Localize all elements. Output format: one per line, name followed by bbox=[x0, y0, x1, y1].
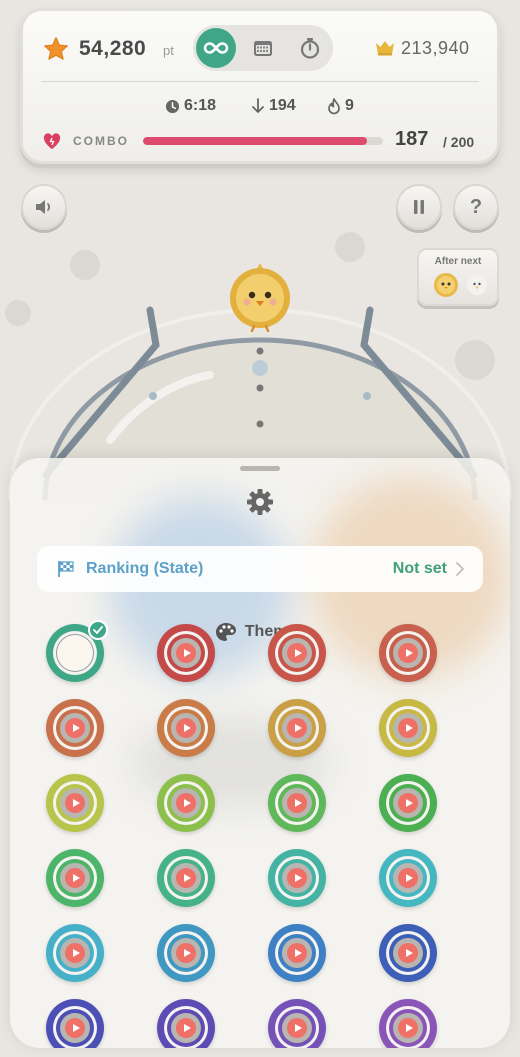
daily-mode-button[interactable] bbox=[243, 28, 283, 68]
play-preview-icon bbox=[176, 793, 196, 813]
theme-swatch[interactable] bbox=[379, 999, 437, 1048]
theme-swatch[interactable] bbox=[46, 699, 104, 757]
theme-swatch[interactable] bbox=[46, 849, 104, 907]
play-preview-icon bbox=[398, 1018, 418, 1038]
drop-count-value: 194 bbox=[269, 97, 296, 114]
timer-icon bbox=[300, 38, 320, 59]
infinity-icon bbox=[203, 42, 229, 54]
play-preview-icon bbox=[287, 868, 307, 888]
theme-swatch[interactable] bbox=[379, 624, 437, 682]
score-value: 54,280 bbox=[79, 37, 147, 60]
play-preview-icon bbox=[398, 943, 418, 963]
divider bbox=[41, 81, 479, 82]
combo-value: 187 bbox=[395, 128, 429, 150]
play-preview-icon bbox=[176, 868, 196, 888]
play-preview-icon bbox=[65, 1018, 85, 1038]
play-preview-icon bbox=[287, 1018, 307, 1038]
theme-swatch[interactable] bbox=[268, 849, 326, 907]
mode-selector bbox=[193, 25, 333, 71]
streak-count-value: 9 bbox=[345, 97, 354, 114]
help-button[interactable]: ? bbox=[453, 184, 499, 230]
help-button-label: ? bbox=[469, 195, 483, 218]
play-preview-icon bbox=[287, 643, 307, 663]
theme-swatch[interactable] bbox=[157, 999, 215, 1048]
background-dot bbox=[70, 250, 100, 280]
play-preview-icon bbox=[398, 718, 418, 738]
play-preview-icon bbox=[398, 868, 418, 888]
theme-swatch[interactable] bbox=[46, 999, 104, 1048]
theme-swatch[interactable] bbox=[379, 774, 437, 832]
timed-mode-button[interactable] bbox=[290, 28, 330, 68]
theme-swatch[interactable] bbox=[157, 774, 215, 832]
star-icon bbox=[44, 37, 68, 60]
best-score-value: 213,940 bbox=[401, 38, 470, 58]
background-dot bbox=[335, 232, 365, 262]
sound-button[interactable] bbox=[21, 184, 67, 230]
combo-progress-fill bbox=[143, 137, 368, 145]
play-preview-icon bbox=[176, 643, 196, 663]
calendar-icon bbox=[254, 41, 272, 56]
settings-sheet: Ranking (State) Not set Themes bbox=[10, 458, 510, 1048]
play-preview-icon bbox=[65, 793, 85, 813]
drop-count: 194 bbox=[251, 95, 296, 117]
next-chick-piece bbox=[434, 273, 458, 297]
next-egg-piece bbox=[467, 275, 487, 295]
play-preview-icon bbox=[65, 943, 85, 963]
combo-progress-bar bbox=[143, 137, 383, 145]
arrow-down-icon bbox=[252, 98, 264, 113]
theme-swatch[interactable] bbox=[268, 924, 326, 982]
play-preview-icon bbox=[398, 793, 418, 813]
elapsed-time-value: 6:18 bbox=[184, 97, 217, 114]
theme-swatch[interactable] bbox=[157, 699, 215, 757]
theme-swatch[interactable] bbox=[379, 849, 437, 907]
score-panel: 54,280 pt 213,940 6:18 194 9 COMBO 187 /… bbox=[20, 8, 500, 164]
theme-swatch[interactable] bbox=[268, 699, 326, 757]
play-preview-icon bbox=[287, 718, 307, 738]
play-preview-icon bbox=[176, 1018, 196, 1038]
combo-max: / 200 bbox=[443, 134, 475, 150]
after-next-panel: After next bbox=[417, 248, 499, 306]
flame-icon bbox=[328, 97, 340, 114]
combo-label: COMBO bbox=[73, 134, 129, 148]
clock-icon bbox=[165, 99, 180, 113]
theme-swatch[interactable] bbox=[157, 624, 215, 682]
theme-swatch[interactable] bbox=[157, 849, 215, 907]
theme-swatch[interactable] bbox=[46, 774, 104, 832]
heart-icon bbox=[43, 133, 61, 149]
play-preview-icon bbox=[65, 868, 85, 888]
elapsed-time: 6:18 bbox=[165, 95, 216, 117]
play-preview-icon bbox=[65, 718, 85, 738]
crown-icon bbox=[376, 41, 394, 56]
checkmark-icon bbox=[88, 620, 108, 640]
streak-count: 9 bbox=[327, 95, 354, 117]
theme-grid bbox=[10, 458, 510, 1048]
pause-icon bbox=[414, 200, 424, 214]
speaker-icon bbox=[36, 200, 51, 214]
endless-mode-button[interactable] bbox=[196, 28, 236, 68]
theme-swatch[interactable] bbox=[268, 624, 326, 682]
play-preview-icon bbox=[176, 718, 196, 738]
theme-swatch[interactable] bbox=[46, 924, 104, 982]
theme-swatch[interactable] bbox=[157, 924, 215, 982]
theme-swatch[interactable] bbox=[379, 924, 437, 982]
theme-swatch[interactable] bbox=[379, 699, 437, 757]
play-preview-icon bbox=[176, 943, 196, 963]
theme-swatch-selected[interactable] bbox=[46, 620, 108, 682]
theme-swatch[interactable] bbox=[268, 999, 326, 1048]
pause-button[interactable] bbox=[396, 184, 442, 230]
after-next-label: After next bbox=[434, 256, 482, 267]
play-preview-icon bbox=[287, 793, 307, 813]
play-preview-icon bbox=[287, 943, 307, 963]
theme-swatch[interactable] bbox=[268, 774, 326, 832]
current-chick-piece bbox=[230, 263, 290, 332]
play-preview-icon bbox=[398, 643, 418, 663]
score-unit: pt bbox=[163, 43, 174, 58]
